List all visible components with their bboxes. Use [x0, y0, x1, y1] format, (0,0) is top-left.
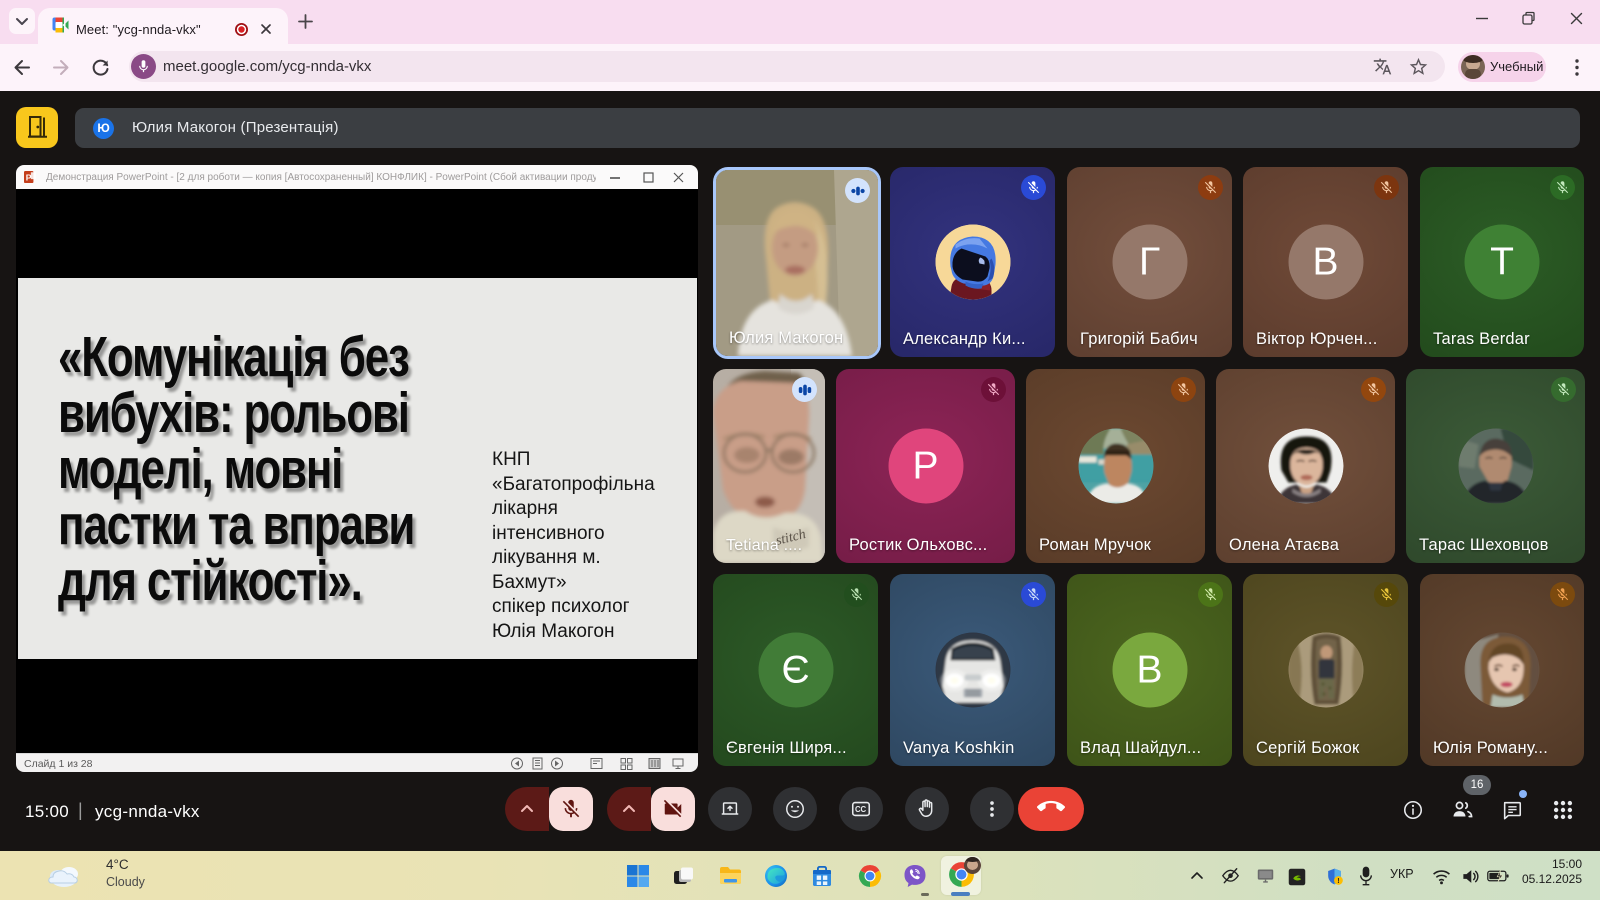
svg-text:CC: CC	[855, 805, 867, 814]
svg-text:P: P	[26, 172, 32, 182]
svg-text:!: !	[1337, 877, 1339, 885]
